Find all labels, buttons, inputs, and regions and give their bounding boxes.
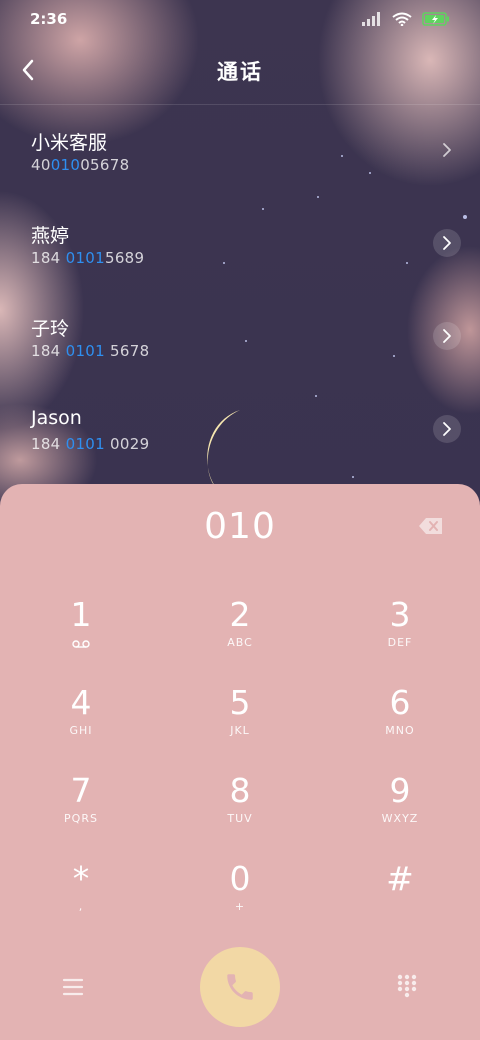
key-digit: 0 [229, 859, 251, 898]
key-1[interactable]: 1 [21, 596, 141, 676]
number-prefix: 184 [31, 342, 66, 360]
number-suffix: 0029 [104, 435, 150, 453]
voicemail-icon [72, 640, 90, 648]
contact-name: 小米客服 [31, 132, 108, 154]
key-6[interactable]: 6 MNO [340, 684, 460, 764]
key-digit: 9 [389, 771, 411, 810]
key-8[interactable]: 8 TUV [180, 772, 300, 852]
key-letters: MNO [385, 724, 415, 737]
dialed-number: 010 [204, 506, 276, 547]
number-match: 0101 [65, 249, 105, 267]
key-letters: PQRS [64, 812, 98, 825]
phone-icon [227, 974, 253, 1000]
battery-charging-icon [422, 12, 449, 26]
chevron-right-icon [443, 422, 451, 436]
contact-number: 184 01015689 [31, 249, 144, 267]
chevron-right-icon [443, 329, 451, 343]
contact-detail-button[interactable] [433, 322, 461, 350]
key-4[interactable]: 4 GHI [21, 684, 141, 764]
key-9[interactable]: 9 WXYZ [340, 772, 460, 852]
key-digit: 8 [229, 771, 251, 810]
status-bar: 2:36 [0, 0, 480, 40]
status-icons [362, 12, 450, 26]
key-digit: 4 [70, 683, 92, 722]
number-prefix: 40 [31, 156, 51, 174]
contact-number: 184 0101 5678 [31, 342, 149, 360]
contact-item[interactable]: 小米客服 4001005678 [0, 112, 480, 205]
key-digit: 2 [229, 595, 251, 634]
header-divider [0, 104, 480, 105]
key-3[interactable]: 3 DEF [340, 596, 460, 676]
contact-detail-button[interactable] [433, 415, 461, 443]
dialer-panel: 010 1 2 ABC 3 DEF 4 GHI 5 JKL 6 MNO 7 PQ… [0, 484, 480, 1040]
phone-screen: 2:36 通话 小米客服 4001005678 燕婷 184 01015689 … [0, 0, 480, 1040]
chevron-right-icon [443, 236, 451, 250]
key-digit: 6 [389, 683, 411, 722]
contact-number: 184 0101 0029 [31, 435, 149, 453]
key-digit: 7 [70, 771, 92, 810]
contact-item[interactable]: 燕婷 184 01015689 [0, 205, 480, 298]
contact-name: 燕婷 [31, 225, 70, 247]
chevron-right-icon [443, 143, 451, 157]
key-digit: 1 [70, 595, 92, 634]
key-letters: , [78, 900, 84, 913]
signal-icon [362, 12, 380, 26]
key-letters: GHI [69, 724, 93, 737]
key-digit: 5 [229, 683, 251, 722]
number-prefix: 184 [31, 435, 66, 453]
contact-detail-button[interactable] [433, 136, 461, 164]
status-time: 2:36 [30, 10, 68, 28]
number-suffix: 05678 [80, 156, 130, 174]
key-hash[interactable]: # [340, 860, 460, 940]
key-digit: * [72, 859, 90, 898]
key-digit: 3 [389, 595, 411, 634]
key-5[interactable]: 5 JKL [180, 684, 300, 764]
contact-item[interactable]: Jason 184 0101 0029 [0, 391, 480, 484]
key-letters: + [234, 900, 246, 913]
contact-item[interactable]: 子玲 184 0101 5678 [0, 298, 480, 391]
header: 通话 [0, 40, 480, 104]
number-prefix: 184 [31, 249, 66, 267]
contact-number: 4001005678 [31, 156, 129, 174]
key-digit: # [386, 859, 414, 898]
key-star[interactable]: * , [21, 860, 141, 940]
contact-detail-button[interactable] [433, 229, 461, 257]
key-letters: JKL [230, 724, 250, 737]
key-letters: ABC [227, 636, 253, 649]
key-0[interactable]: 0 + [180, 860, 300, 940]
key-2[interactable]: 2 ABC [180, 596, 300, 676]
number-suffix: 5689 [104, 249, 145, 267]
number-match: 010 [50, 156, 81, 174]
page-title: 通话 [217, 60, 263, 84]
backspace-icon[interactable] [418, 516, 444, 536]
call-button[interactable] [200, 947, 280, 1027]
key-letters: DEF [387, 636, 413, 649]
menu-icon[interactable] [58, 972, 88, 1002]
keypad-icon[interactable] [392, 970, 422, 1000]
number-suffix: 5678 [104, 342, 150, 360]
wifi-icon [392, 12, 412, 26]
key-7[interactable]: 7 PQRS [21, 772, 141, 852]
number-match: 0101 [65, 342, 105, 360]
contact-list: 小米客服 4001005678 燕婷 184 01015689 子玲 184 0… [0, 112, 480, 484]
contact-name: 子玲 [31, 318, 70, 340]
number-match: 0101 [65, 435, 105, 453]
key-letters: TUV [227, 812, 253, 825]
key-letters: WXYZ [381, 812, 419, 825]
contact-name: Jason [31, 407, 82, 429]
